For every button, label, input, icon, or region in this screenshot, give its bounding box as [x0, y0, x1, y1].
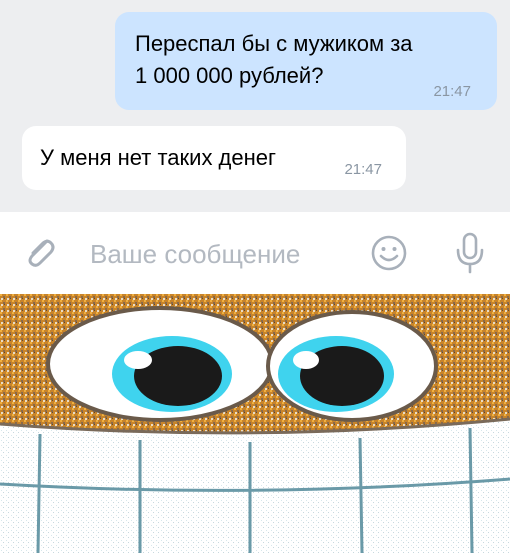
- paperclip-icon[interactable]: [20, 232, 60, 272]
- grinning-face-image: [0, 294, 510, 553]
- meme-image: [0, 294, 510, 553]
- incoming-message-bubble[interactable]: У меня нет таких денег 21:47: [22, 126, 406, 190]
- message-timestamp: 21:47: [344, 161, 382, 178]
- microphone-icon[interactable]: [452, 230, 488, 276]
- outgoing-message-bubble[interactable]: Переспал бы с мужиком за 1 000 000 рубле…: [115, 12, 497, 110]
- message-composer: Ваше сообщение: [0, 212, 510, 294]
- message-timestamp: 21:47: [433, 83, 471, 100]
- message-input[interactable]: Ваше сообщение: [90, 239, 300, 269]
- message-text: У меня нет таких денег: [40, 145, 277, 170]
- message-text-line-2: 1 000 000 рублей?: [135, 63, 324, 88]
- smiley-icon[interactable]: [370, 234, 408, 272]
- message-text-line-1: Переспал бы с мужиком за: [135, 31, 413, 56]
- chat-history: Переспал бы с мужиком за 1 000 000 рубле…: [0, 0, 510, 212]
